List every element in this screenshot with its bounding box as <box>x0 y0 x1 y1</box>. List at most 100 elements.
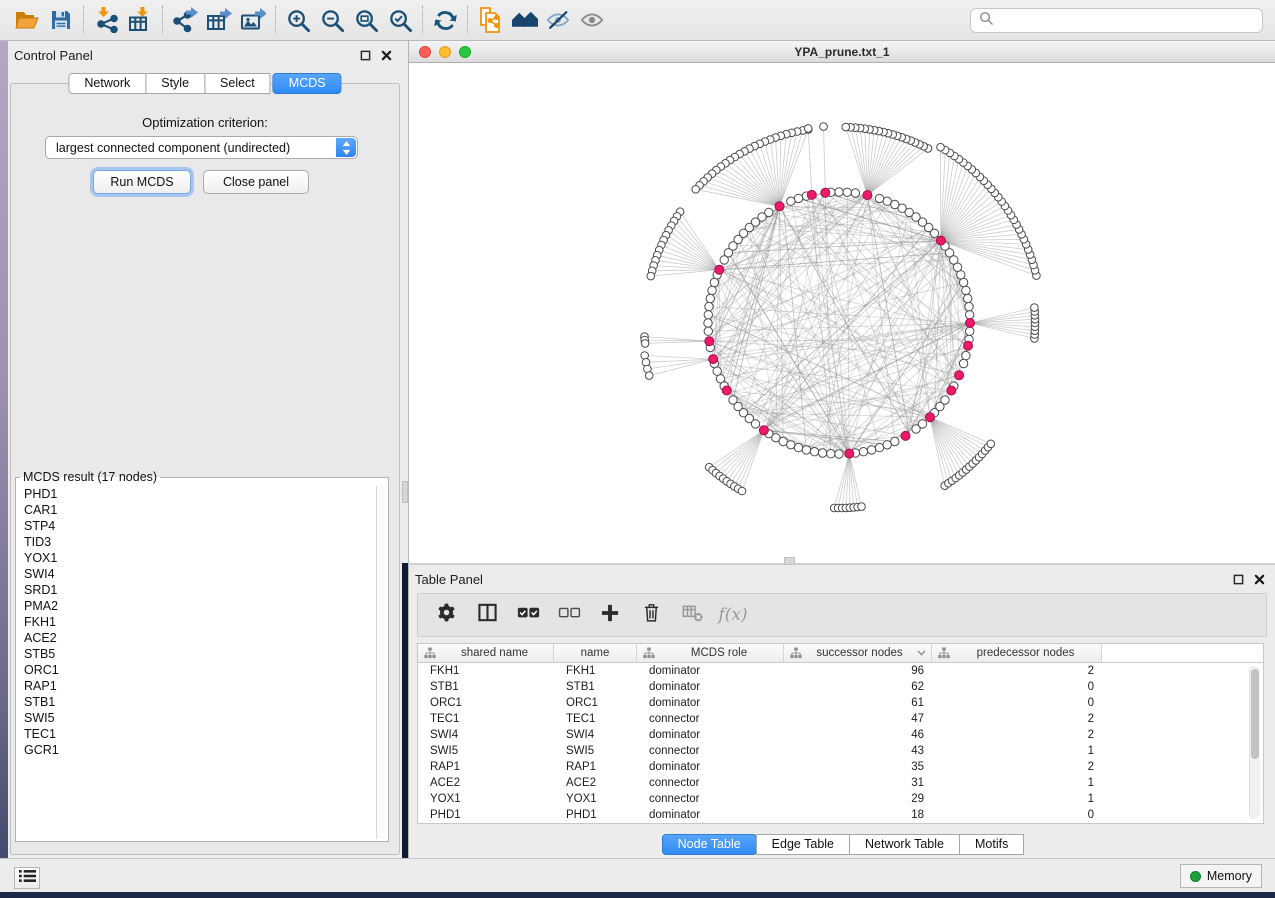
mcds-result-item[interactable]: ACE2 <box>17 630 375 646</box>
export-network-button[interactable] <box>168 5 202 35</box>
float-panel-icon[interactable] <box>360 50 371 61</box>
import-table-button[interactable] <box>123 5 157 35</box>
mcds-result-item[interactable]: GCR1 <box>17 742 375 758</box>
mcds-result-item[interactable]: STP4 <box>17 518 375 534</box>
control-panel-tabs: Network Style Select MCDS <box>68 73 341 94</box>
close-panel-icon[interactable] <box>381 50 392 61</box>
optimization-criterion-select[interactable]: largest connected component (undirected) <box>45 136 358 159</box>
mcds-result-item[interactable]: TEC1 <box>17 726 375 742</box>
mcds-result-item[interactable]: SWI4 <box>17 566 375 582</box>
duplicate-network-button[interactable] <box>473 5 507 35</box>
search-box[interactable] <box>970 8 1263 33</box>
tab-node-table[interactable]: Node Table <box>662 834 757 855</box>
table-row[interactable]: FKH1FKH1dominator962 <box>418 663 1263 679</box>
export-image-button[interactable] <box>236 5 270 35</box>
search-input[interactable] <box>1000 14 1254 28</box>
mcds-result-item[interactable]: PHD1 <box>17 486 375 502</box>
table-row[interactable]: TEC1TEC1connector472 <box>418 711 1263 727</box>
create-column-button[interactable] <box>594 599 626 631</box>
hide-selected-button[interactable] <box>541 5 575 35</box>
cell-successor_nodes: 47 <box>784 711 932 727</box>
toolbar-separator <box>422 6 423 34</box>
mcds-result-item[interactable]: RAP1 <box>17 678 375 694</box>
mcds-result-item[interactable]: SWI5 <box>17 710 375 726</box>
zoom-out-icon <box>320 8 345 33</box>
zoom-out-button[interactable] <box>315 5 349 35</box>
table-settings-button[interactable] <box>430 599 462 631</box>
mcds-list-scrollbar[interactable] <box>376 486 386 839</box>
deselect-all-rows-button[interactable] <box>553 599 585 631</box>
delete-columns-button[interactable] <box>635 599 667 631</box>
application-window: Control Panel Network Style Select MCDS … <box>0 0 1275 898</box>
refresh-button[interactable] <box>428 5 462 35</box>
delete-table-icon <box>681 603 704 628</box>
export-table-icon <box>206 7 232 33</box>
network-canvas[interactable] <box>409 63 1275 563</box>
float-table-panel-icon[interactable] <box>1233 574 1244 585</box>
table-scrollbar-thumb[interactable] <box>1251 669 1259 759</box>
cell-mcds_role: dominator <box>637 759 784 775</box>
mcds-result-item[interactable]: STB1 <box>17 694 375 710</box>
zoom-fit-button[interactable] <box>349 5 383 35</box>
table-row[interactable]: SWI4SWI4dominator462 <box>418 727 1263 743</box>
zoom-in-button[interactable] <box>281 5 315 35</box>
table-row[interactable]: STB1STB1dominator620 <box>418 679 1263 695</box>
dropdown-stepper-icon <box>336 138 356 157</box>
tab-style[interactable]: Style <box>145 73 205 94</box>
mcds-result-item[interactable]: FKH1 <box>17 614 375 630</box>
first-neighbors-button[interactable] <box>507 5 541 35</box>
table-row[interactable]: SWI5SWI5connector431 <box>418 743 1263 759</box>
export-table-button[interactable] <box>202 5 236 35</box>
mcds-result-item[interactable]: CAR1 <box>17 502 375 518</box>
column-layout-button[interactable] <box>471 599 503 631</box>
cell-name: PHD1 <box>554 807 637 823</box>
select-all-rows-icon <box>517 605 540 626</box>
select-all-rows-button[interactable] <box>512 599 544 631</box>
table-row[interactable]: YOX1YOX1connector291 <box>418 791 1263 807</box>
zoom-selected-icon <box>388 8 413 33</box>
tab-edge-table[interactable]: Edge Table <box>756 834 850 855</box>
tab-network[interactable]: Network <box>68 73 146 94</box>
column-header-name[interactable]: name <box>554 644 637 663</box>
mcds-result-item[interactable]: STB5 <box>17 646 375 662</box>
cell-shared_name: FKH1 <box>418 663 554 679</box>
mcds-result-item[interactable]: TID3 <box>17 534 375 550</box>
zoom-selected-button[interactable] <box>383 5 417 35</box>
open-file-button[interactable] <box>10 5 44 35</box>
mcds-result-item[interactable]: SRD1 <box>17 582 375 598</box>
network-graph[interactable] <box>409 63 1275 563</box>
close-table-panel-icon[interactable] <box>1254 574 1265 585</box>
column-header-label: shared name <box>436 647 553 659</box>
cell-predecessor_nodes: 1 <box>932 791 1102 807</box>
column-header-predecessor-nodes[interactable]: predecessor nodes <box>932 644 1102 663</box>
show-all-button[interactable] <box>575 5 609 35</box>
import-network-button[interactable] <box>89 5 123 35</box>
table-row[interactable]: ACE2ACE2connector311 <box>418 775 1263 791</box>
tab-mcds[interactable]: MCDS <box>273 73 342 94</box>
mcds-result-item[interactable]: YOX1 <box>17 550 375 566</box>
memory-button[interactable]: Memory <box>1180 864 1262 888</box>
save-session-button[interactable] <box>44 5 78 35</box>
tab-network-table[interactable]: Network Table <box>849 834 960 855</box>
horizontal-splitter-grip[interactable] <box>784 557 795 565</box>
close-panel-button[interactable]: Close panel <box>203 170 309 194</box>
table-row[interactable]: ORC1ORC1dominator610 <box>418 695 1263 711</box>
column-header-shared-name[interactable]: shared name <box>418 644 554 663</box>
table-row[interactable]: RAP1RAP1dominator352 <box>418 759 1263 775</box>
cell-predecessor_nodes: 0 <box>932 679 1102 695</box>
mcds-result-item[interactable]: ORC1 <box>17 662 375 678</box>
toolbar-separator <box>467 6 468 34</box>
tab-motifs[interactable]: Motifs <box>959 834 1024 855</box>
column-header-MCDS-role[interactable]: MCDS role <box>637 644 784 663</box>
column-header-successor-nodes[interactable]: successor nodes <box>784 644 932 663</box>
table-row[interactable]: PHD1PHD1dominator180 <box>418 807 1263 823</box>
cell-mcds_role: connector <box>637 743 784 759</box>
mcds-result-item[interactable]: PMA2 <box>17 598 375 614</box>
tab-select[interactable]: Select <box>204 73 271 94</box>
mcds-result-list: PHD1CAR1STP4TID3YOX1SWI4SRD1PMA2FKH1ACE2… <box>17 486 375 839</box>
first-neighbors-icon <box>511 8 538 32</box>
table-scrollbar[interactable] <box>1249 666 1260 819</box>
cell-name: STB1 <box>554 679 637 695</box>
task-history-button[interactable] <box>14 867 40 889</box>
run-mcds-button[interactable]: Run MCDS <box>93 170 191 194</box>
